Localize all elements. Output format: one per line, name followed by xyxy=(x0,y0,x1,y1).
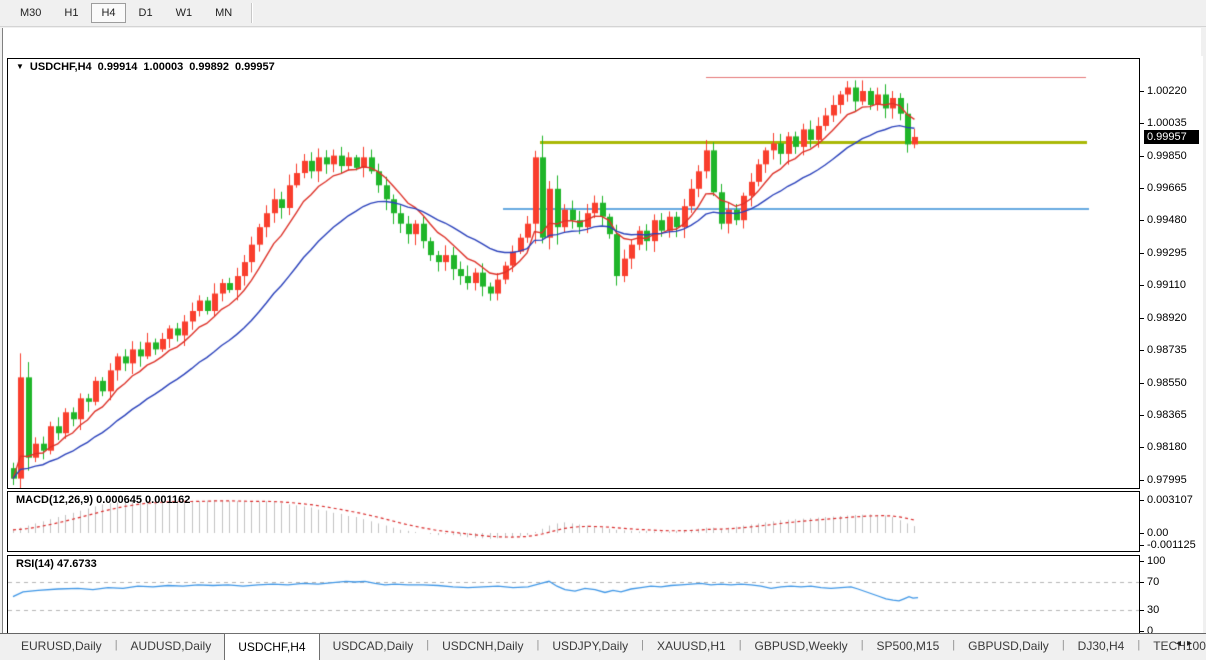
chart-window: ▼ USDCHF,H4 0.99914 1.00003 0.99892 0.99… xyxy=(2,28,1201,633)
axis-tick xyxy=(1140,91,1144,92)
tab-scroll-arrows: ◂▸ xyxy=(1176,638,1198,649)
tab-usdcnh-daily[interactable]: USDCNH,Daily xyxy=(429,634,536,660)
axis-tick xyxy=(1140,123,1144,124)
rsi-axis-label: 100 xyxy=(1147,555,1165,567)
price-axis: 1.00220 1.00035 0.99850 0.99665 0.99480 0.992… xyxy=(1140,56,1203,660)
rsi-axis-label: 30 xyxy=(1147,604,1159,616)
axis-tick xyxy=(1140,220,1144,221)
price-axis-label: 0.97995 xyxy=(1147,474,1187,486)
price-axis-label: 0.99850 xyxy=(1147,150,1187,162)
ohlc-high: 1.00003 xyxy=(143,61,183,73)
axis-tick xyxy=(1140,318,1144,319)
rsi-canvas[interactable] xyxy=(8,556,1139,635)
timeframe-button-mn[interactable]: MN xyxy=(205,3,242,23)
price-axis-label: 1.00035 xyxy=(1147,117,1187,129)
axis-tick xyxy=(1140,188,1144,189)
macd-label: MACD(12,26,9) 0.000645 0.001162 xyxy=(16,494,190,506)
ohlc-open: 0.99914 xyxy=(98,61,138,73)
tab-eurusd-daily[interactable]: EURUSD,Daily xyxy=(8,634,115,660)
price-axis-label: 0.98180 xyxy=(1147,441,1187,453)
axis-tick xyxy=(1140,415,1144,416)
axis-tick xyxy=(1140,285,1144,286)
ohlc-close: 0.99957 xyxy=(235,61,275,73)
axis-tick xyxy=(1140,447,1144,448)
price-axis-label: 0.98550 xyxy=(1147,377,1187,389)
axis-tick xyxy=(1140,545,1144,546)
tab-usdjpy-daily[interactable]: USDJPY,Daily xyxy=(539,634,641,660)
macd-axis-label: -0.001125 xyxy=(1147,539,1196,551)
chart-tabs: EURUSD,Daily|AUDUSD,DailyUSDCHF,H4USDCAD… xyxy=(0,633,1206,660)
price-axis-label: 0.99295 xyxy=(1147,247,1187,259)
axis-tick xyxy=(1140,383,1144,384)
price-axis-label: 0.98920 xyxy=(1147,312,1187,324)
macd-value: 0.000645 xyxy=(96,494,142,506)
tab-audusd-daily[interactable]: AUDUSD,Daily xyxy=(118,634,225,660)
timeframe-toolbar: M30H1H4D1W1MN xyxy=(0,0,1206,27)
timeframe-button-m30[interactable]: M30 xyxy=(10,3,51,23)
axis-tick xyxy=(1140,350,1144,351)
price-axis-label: 0.98365 xyxy=(1147,409,1187,421)
axis-tick xyxy=(1140,561,1144,562)
tab-usdcad-daily[interactable]: USDCAD,Daily xyxy=(320,634,427,660)
axis-tick xyxy=(1140,582,1144,583)
ohlc-low: 0.99892 xyxy=(189,61,229,73)
tab-gbpusd-weekly[interactable]: GBPUSD,Weekly xyxy=(742,634,861,660)
price-axis-label: 0.99480 xyxy=(1147,214,1187,226)
price-axis-label: 0.99110 xyxy=(1147,279,1186,291)
timeframe-button-h1[interactable]: H1 xyxy=(54,3,88,23)
main-chart-panel: ▼ USDCHF,H4 0.99914 1.00003 0.99892 0.99… xyxy=(7,58,1140,489)
timeframe-button-h4[interactable]: H4 xyxy=(91,3,125,23)
axis-tick xyxy=(1140,156,1144,157)
main-chart-canvas[interactable] xyxy=(8,59,1139,488)
rsi-value: 47.6733 xyxy=(57,558,97,570)
chart-title: ▼ USDCHF,H4 0.99914 1.00003 0.99892 0.99… xyxy=(16,61,275,73)
rsi-axis-label: 70 xyxy=(1147,576,1159,588)
timeframe-button-w1[interactable]: W1 xyxy=(166,3,203,23)
axis-tick xyxy=(1140,500,1144,501)
axis-tick xyxy=(1140,480,1144,481)
macd-signal-value: 0.001162 xyxy=(145,494,190,506)
price-axis-label: 0.98735 xyxy=(1147,344,1187,356)
macd-axis-label: 0.003107 xyxy=(1147,494,1193,506)
rsi-label: RSI(14) 47.6733 xyxy=(16,558,97,570)
rsi-panel: RSI(14) 47.6733 xyxy=(7,555,1140,636)
price-axis-label: 1.00220 xyxy=(1147,85,1187,97)
toolbar-separator xyxy=(251,3,253,23)
axis-tick xyxy=(1140,631,1144,632)
symbol-dropdown-icon[interactable]: ▼ xyxy=(16,62,24,72)
macd-panel: MACD(12,26,9) 0.000645 0.001162 xyxy=(7,491,1140,552)
macd-axis-label: 0.00 xyxy=(1147,527,1168,539)
timeframe-button-d1[interactable]: D1 xyxy=(129,3,163,23)
mt4-window: M30H1H4D1W1MN ▼ USDCHF,H4 0.99914 1.0000… xyxy=(0,0,1206,660)
tab-xauusd-h1[interactable]: XAUUSD,H1 xyxy=(644,634,739,660)
price-axis-label: 0.99665 xyxy=(1147,182,1187,194)
symbol-label: USDCHF,H4 xyxy=(30,61,92,73)
tab-sp500-m15[interactable]: SP500,M15 xyxy=(864,634,953,660)
tab-scroll-right-icon[interactable]: ▸ xyxy=(1187,638,1198,649)
tab-scroll-left-icon[interactable]: ◂ xyxy=(1176,638,1187,649)
tab-usdchf-h4[interactable]: USDCHF,H4 xyxy=(224,633,319,660)
axis-tick xyxy=(1140,253,1144,254)
tab-gbpusd-daily[interactable]: GBPUSD,Daily xyxy=(955,634,1062,660)
current-price-tag: 0.99957 xyxy=(1144,130,1199,144)
axis-tick xyxy=(1140,610,1144,611)
axis-tick xyxy=(1140,533,1144,534)
tab-dj30-h4[interactable]: DJ30,H4 xyxy=(1065,634,1138,660)
